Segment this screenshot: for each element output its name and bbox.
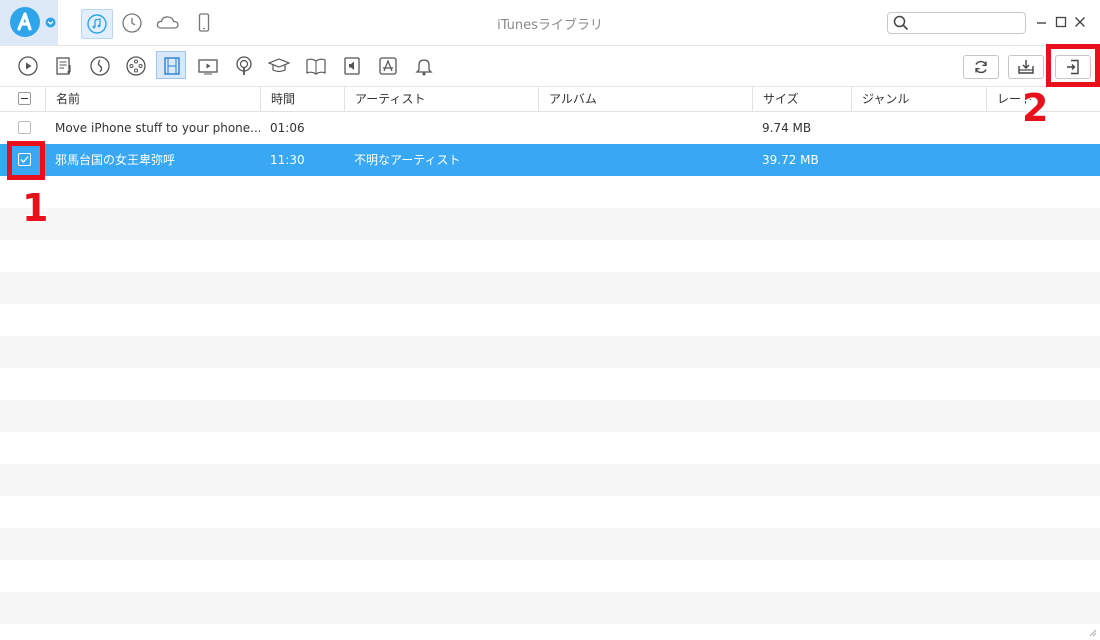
tv-icon — [198, 59, 218, 75]
refresh-button[interactable] — [963, 55, 999, 79]
search-icon — [893, 15, 909, 31]
ringtone-icon — [344, 57, 360, 75]
highlight-box-checkbox — [7, 141, 45, 180]
category-music-folder[interactable] — [121, 52, 151, 80]
mode-itunes-library[interactable] — [81, 9, 113, 39]
empty-row — [0, 464, 1100, 496]
itunes-u-icon — [268, 58, 290, 73]
mode-backup-history[interactable] — [117, 9, 147, 37]
category-notifications[interactable] — [409, 52, 439, 80]
mode-icloud[interactable] — [153, 9, 183, 37]
table-header: 名前 時間 アーティスト アルバム サイズ ジャンル レート — [0, 87, 1100, 112]
phone-icon — [198, 13, 210, 32]
empty-row — [0, 400, 1100, 432]
category-apps[interactable] — [373, 52, 403, 80]
row-time: 11:30 — [270, 153, 305, 167]
minus-icon — [21, 98, 28, 99]
category-playlist[interactable] — [49, 52, 79, 80]
music-note-icon — [87, 14, 107, 34]
empty-row — [0, 208, 1100, 240]
category-movies[interactable] — [156, 51, 186, 79]
export-to-pc-icon — [1018, 60, 1034, 74]
category-books[interactable] — [301, 52, 331, 80]
select-all-checkbox[interactable] — [18, 92, 31, 105]
title-bar: iTunesライブラリ — [0, 0, 1100, 46]
minimize-icon[interactable] — [1034, 14, 1050, 30]
row-artist — [344, 112, 538, 144]
maximize-icon[interactable] — [1053, 14, 1069, 30]
anytrans-logo-icon — [10, 7, 40, 37]
step-number-2: 2 — [1021, 85, 1049, 131]
empty-row — [0, 592, 1100, 624]
refresh-icon — [975, 60, 987, 74]
row-time: 01:06 — [270, 121, 305, 135]
mode-device[interactable] — [189, 9, 219, 37]
column-header-genre[interactable]: ジャンル — [851, 87, 986, 111]
row-album — [538, 112, 752, 144]
row-artist: 不明なアーティスト — [354, 153, 461, 167]
music-folder-icon — [126, 56, 146, 76]
search-box[interactable] — [887, 12, 1026, 34]
empty-row — [0, 272, 1100, 304]
column-header-time[interactable]: 時間 — [260, 87, 344, 111]
column-header-size[interactable]: サイズ — [752, 87, 851, 111]
highlight-box-send-button — [1046, 44, 1100, 87]
row-genre — [851, 112, 986, 144]
chevron-down-icon[interactable] — [45, 17, 56, 28]
category-itunes-u[interactable] — [264, 52, 294, 80]
category-tv[interactable] — [193, 52, 223, 80]
history-icon — [122, 13, 142, 33]
row-size: 39.72 MB — [762, 153, 819, 167]
table-row-selected[interactable]: 邪馬台国の女王卑弥呼 11:30 不明なアーティスト 39.72 MB — [0, 144, 1100, 176]
audiobook-icon — [90, 56, 110, 76]
movies-icon — [164, 57, 180, 75]
table-row[interactable]: Move iPhone stuff to your phone... 01:06… — [0, 112, 1100, 144]
column-header-artist[interactable]: アーティスト — [344, 87, 538, 111]
cloud-icon — [156, 16, 179, 29]
export-to-pc-button[interactable] — [1008, 55, 1044, 79]
row-rate — [986, 144, 1100, 176]
app-logo[interactable] — [0, 0, 58, 45]
close-icon[interactable] — [1072, 14, 1088, 30]
row-size: 9.74 MB — [762, 121, 812, 135]
resize-grip-icon[interactable] — [1087, 627, 1097, 637]
bell-icon — [415, 59, 433, 76]
play-circle-icon — [18, 56, 38, 76]
playlist-icon — [56, 57, 71, 75]
row-album — [538, 144, 752, 176]
category-toolbar — [0, 46, 1100, 87]
row-checkbox[interactable] — [18, 121, 31, 134]
step-number-1: 1 — [21, 185, 49, 231]
window-title: iTunesライブラリ — [497, 18, 603, 33]
empty-row — [0, 528, 1100, 560]
app-store-icon — [379, 57, 397, 75]
books-icon — [306, 58, 326, 75]
row-genre — [851, 144, 986, 176]
column-header-name[interactable]: 名前 — [45, 87, 260, 111]
category-ringtone[interactable] — [337, 52, 367, 80]
row-name: Move iPhone stuff to your phone... — [55, 121, 260, 135]
column-header-album[interactable]: アルバム — [538, 87, 752, 111]
category-all[interactable] — [13, 52, 43, 80]
category-audiobook[interactable] — [85, 52, 115, 80]
empty-row — [0, 336, 1100, 368]
row-name: 邪馬台国の女王卑弥呼 — [55, 153, 176, 167]
category-podcast[interactable] — [229, 52, 259, 80]
podcast-icon — [236, 56, 252, 75]
search-input[interactable] — [914, 14, 1022, 32]
